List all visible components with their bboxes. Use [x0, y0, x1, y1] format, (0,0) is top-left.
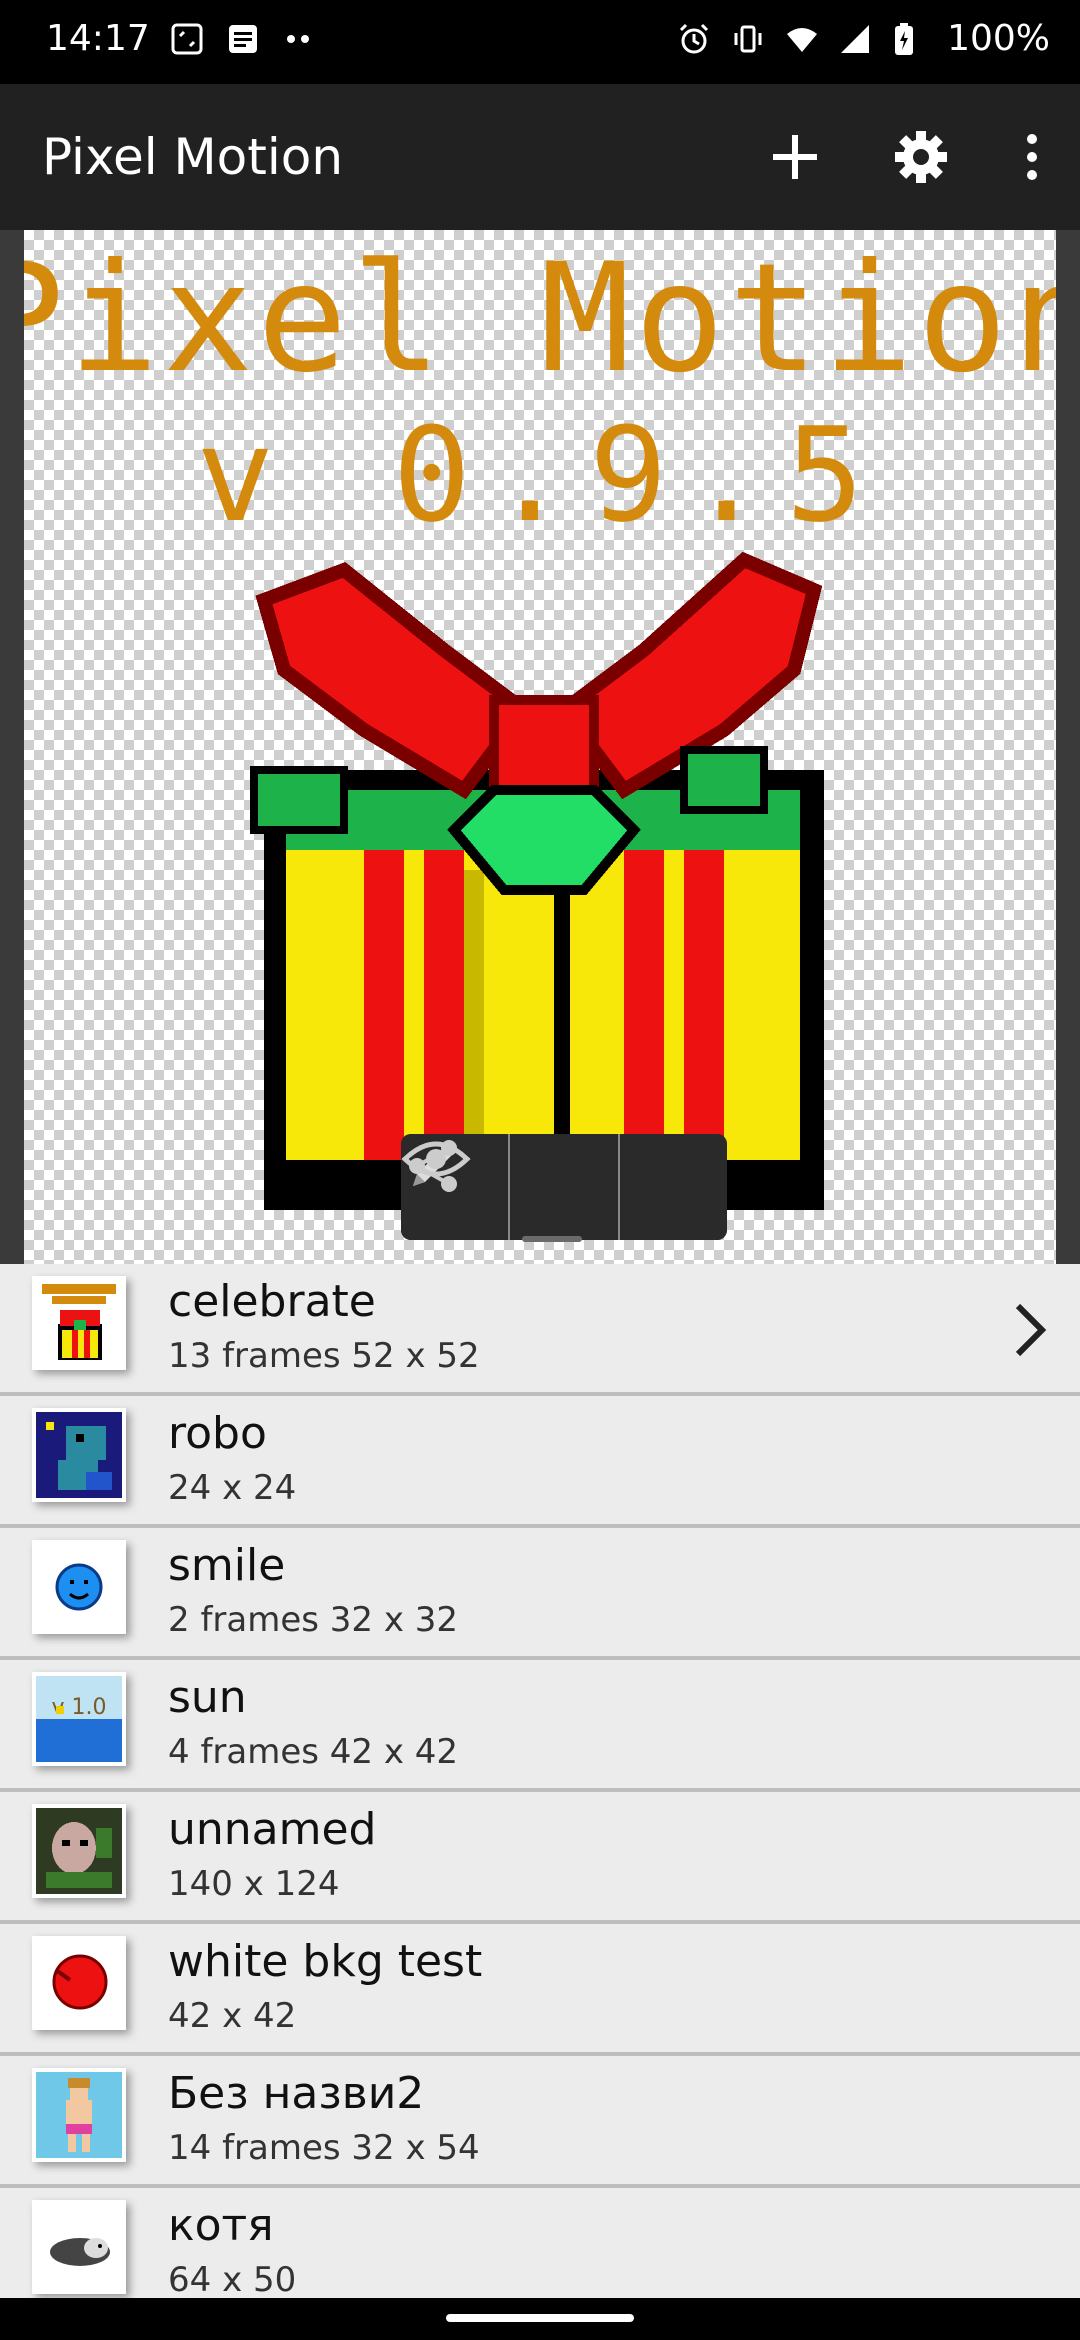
preview-play-button[interactable] — [401, 1134, 620, 1240]
list-item[interactable]: robo 24 x 24 — [0, 1396, 1080, 1528]
status-bar: 14:17 100% — [0, 0, 1080, 84]
project-name: smile — [168, 1540, 286, 1591]
preview-title-text: Pixel Motion — [24, 232, 1056, 406]
add-icon — [773, 135, 817, 179]
project-meta: 24 x 24 — [168, 1468, 297, 1508]
settings-button[interactable] — [858, 84, 984, 230]
vibrate-icon — [731, 22, 765, 56]
signal-icon — [839, 22, 873, 56]
list-item[interactable]: Без назви2 14 frames 32 x 54 — [0, 2056, 1080, 2188]
alarm-icon — [677, 22, 711, 56]
preview-toolbar — [401, 1134, 727, 1240]
project-meta: 42 x 42 — [168, 1996, 297, 2036]
project-name: Без назви2 — [168, 2068, 425, 2119]
project-thumbnail — [32, 1936, 126, 2030]
project-thumbnail: v 1.0 — [32, 1672, 126, 1766]
project-meta: 64 x 50 — [168, 2260, 297, 2298]
add-button[interactable] — [732, 84, 858, 230]
list-item[interactable]: unnamed 140 x 124 — [0, 1792, 1080, 1924]
list-item[interactable]: котя 64 x 50 — [0, 2188, 1080, 2298]
note-icon — [226, 22, 260, 56]
gift-artwork — [250, 551, 824, 1210]
animation-preview-canvas[interactable]: Pixel Motion v 0.9.5 — [24, 230, 1056, 1264]
chevron-right-icon — [1015, 1303, 1047, 1357]
project-thumbnail — [32, 1408, 126, 1502]
project-thumbnail — [32, 2068, 126, 2162]
app-bar: Pixel Motion — [0, 84, 1080, 230]
project-name: white bkg test — [168, 1936, 483, 1987]
status-time: 14:17 — [46, 18, 150, 59]
wifi-icon — [785, 22, 819, 56]
battery-percent: 100% — [947, 18, 1050, 59]
project-thumbnail — [32, 2200, 126, 2294]
app-title: Pixel Motion — [42, 128, 344, 186]
list-item[interactable]: white bkg test 42 x 42 — [0, 1924, 1080, 2056]
project-thumbnail — [32, 1276, 126, 1370]
more-dots-icon — [282, 22, 316, 56]
home-gesture-handle[interactable] — [446, 2314, 634, 2322]
list-item[interactable]: celebrate 13 frames 52 x 52 — [0, 1264, 1080, 1396]
project-thumbnail — [32, 1540, 126, 1634]
list-item[interactable]: smile 2 frames 32 x 32 — [0, 1528, 1080, 1660]
share-icon — [409, 1140, 457, 1192]
list-item[interactable]: v 1.0 sun 4 frames 42 x 42 — [0, 1660, 1080, 1792]
project-name: unnamed — [168, 1804, 377, 1855]
project-meta: 2 frames 32 x 32 — [168, 1600, 459, 1640]
animation-preview-area: Pixel Motion v 0.9.5 — [0, 230, 1080, 1264]
share-button[interactable] — [409, 1134, 727, 1240]
project-thumbnail — [32, 1804, 126, 1898]
overflow-menu-icon — [1027, 134, 1037, 180]
project-name: sun — [168, 1672, 247, 1723]
project-name: robo — [168, 1408, 267, 1459]
project-meta: 14 frames 32 x 54 — [168, 2128, 480, 2168]
project-meta: 13 frames 52 x 52 — [168, 1336, 480, 1376]
screenshot-icon — [170, 22, 204, 56]
project-meta: 140 x 124 — [168, 1864, 340, 1904]
project-name: celebrate — [168, 1276, 376, 1327]
project-list: celebrate 13 frames 52 x 52 robo 24 x 24… — [0, 1264, 1080, 2298]
settings-icon — [895, 131, 947, 183]
project-name: котя — [168, 2200, 274, 2251]
project-meta: 4 frames 42 x 42 — [168, 1732, 459, 1772]
preview-drag-handle[interactable] — [522, 1236, 582, 1242]
system-navigation-bar — [0, 2298, 1080, 2340]
preview-version-text: v 0.9.5 — [196, 399, 884, 551]
overflow-menu-button[interactable] — [984, 84, 1080, 230]
battery-icon — [893, 22, 927, 56]
